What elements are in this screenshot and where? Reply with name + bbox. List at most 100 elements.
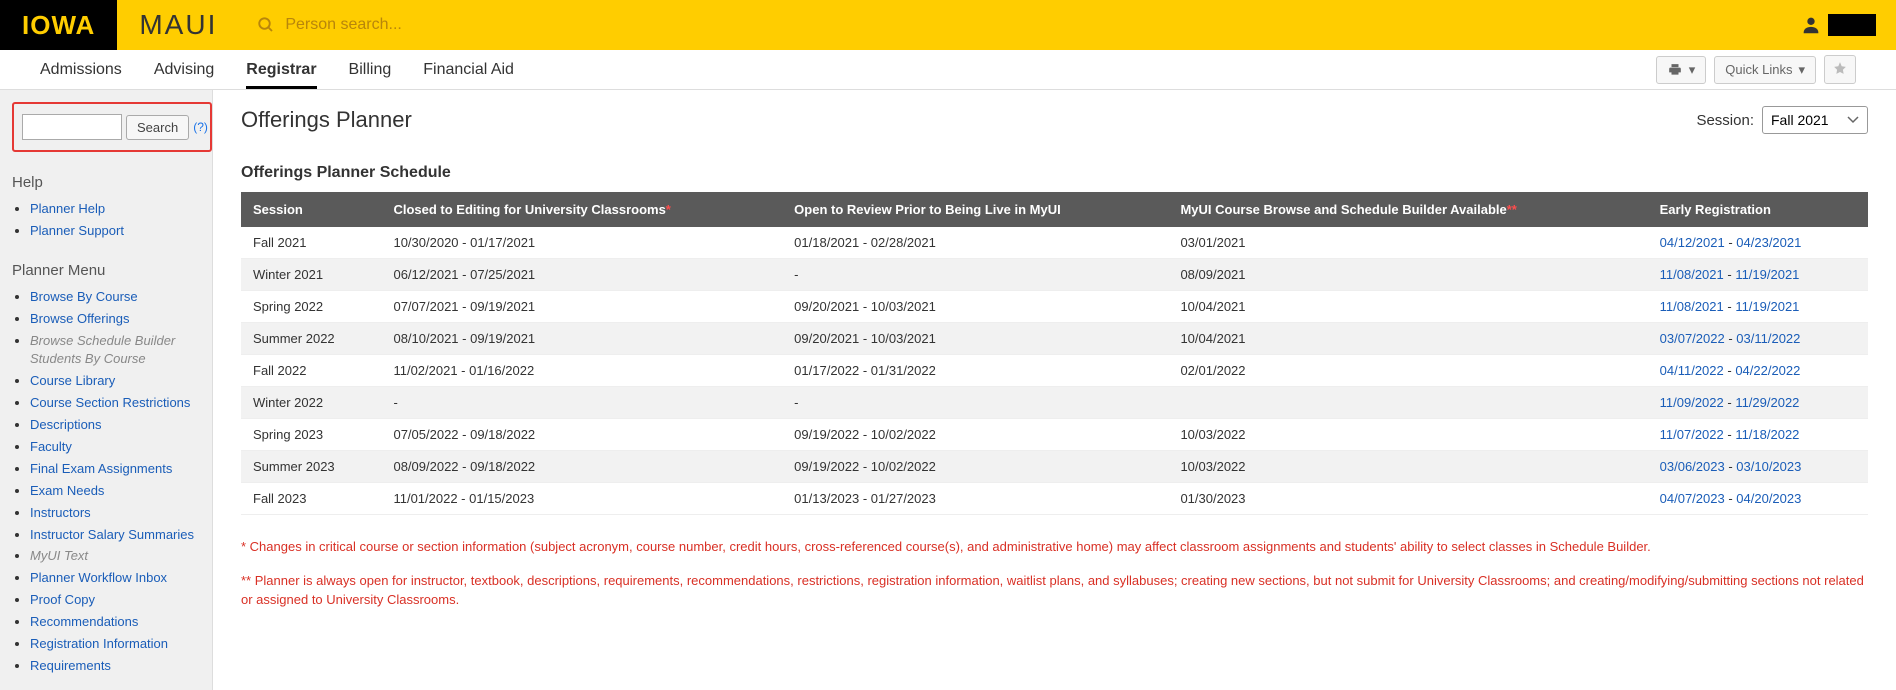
nav-tab-registrar[interactable]: Registrar bbox=[246, 50, 316, 89]
search-icon bbox=[257, 16, 275, 34]
footnote-1: * Changes in critical course or section … bbox=[241, 537, 1868, 557]
planner-item[interactable]: Browse Offerings bbox=[30, 311, 129, 326]
app-name: MAUI bbox=[139, 9, 217, 41]
planner-item[interactable]: Course Section Restrictions bbox=[30, 395, 190, 410]
planner-item[interactable]: Exam Needs bbox=[30, 483, 104, 498]
favorite-button[interactable] bbox=[1824, 55, 1856, 84]
planner-item[interactable]: Course Library bbox=[30, 373, 115, 388]
cell-open: - bbox=[782, 259, 1168, 291]
early-reg-start[interactable]: 03/06/2023 bbox=[1660, 459, 1725, 474]
cell-session: Summer 2022 bbox=[241, 323, 381, 355]
early-reg-end[interactable]: 04/20/2023 bbox=[1736, 491, 1801, 506]
print-menu-button[interactable]: ▾ bbox=[1656, 56, 1707, 84]
planner-item[interactable]: Descriptions bbox=[30, 417, 102, 432]
help-heading: Help bbox=[12, 174, 202, 191]
caret-down-icon: ▾ bbox=[1689, 62, 1696, 78]
sidebar-search-help[interactable]: (?) bbox=[193, 120, 208, 134]
planner-item[interactable]: Registration Information bbox=[30, 636, 168, 651]
cell-open: - bbox=[782, 387, 1168, 419]
early-reg-end[interactable]: 11/19/2021 bbox=[1735, 267, 1799, 282]
nav-tab-billing[interactable]: Billing bbox=[349, 50, 392, 89]
page-title: Offerings Planner bbox=[241, 107, 412, 133]
planner-item-disabled: MyUI Text bbox=[30, 548, 88, 563]
planner-item[interactable]: Instructors bbox=[30, 505, 91, 520]
cell-closed: 08/10/2021 - 09/19/2021 bbox=[381, 323, 782, 355]
planner-item-disabled: Browse Schedule Builder Students By Cour… bbox=[30, 333, 175, 367]
cell-early-registration: 03/06/2023 - 03/10/2023 bbox=[1648, 451, 1868, 483]
early-reg-end[interactable]: 03/10/2023 bbox=[1736, 459, 1801, 474]
early-reg-start[interactable]: 11/09/2022 bbox=[1660, 395, 1724, 410]
early-reg-start[interactable]: 11/07/2022 bbox=[1660, 427, 1724, 442]
table-row: Summer 202208/10/2021 - 09/19/202109/20/… bbox=[241, 323, 1868, 355]
cell-session: Fall 2023 bbox=[241, 483, 381, 515]
column-header: MyUI Course Browse and Schedule Builder … bbox=[1168, 192, 1647, 227]
cell-session: Summer 2023 bbox=[241, 451, 381, 483]
session-select[interactable]: Fall 2021 bbox=[1762, 106, 1868, 134]
star-icon bbox=[1833, 61, 1847, 75]
table-row: Winter 2022 - - 11/09/2022 - 11/29/2022 bbox=[241, 387, 1868, 419]
nav-tab-financial-aid[interactable]: Financial Aid bbox=[423, 50, 514, 89]
cell-early-registration: 11/09/2022 - 11/29/2022 bbox=[1648, 387, 1868, 419]
early-reg-start[interactable]: 03/07/2022 bbox=[1660, 331, 1725, 346]
planner-item[interactable]: Planner Workflow Inbox bbox=[30, 570, 167, 585]
table-row: Fall 202311/01/2022 - 01/15/202301/13/20… bbox=[241, 483, 1868, 515]
cell-open: 01/18/2021 - 02/28/2021 bbox=[782, 227, 1168, 259]
planner-item[interactable]: Browse By Course bbox=[30, 289, 138, 304]
planner-menu-heading: Planner Menu bbox=[12, 262, 202, 279]
quick-links-button[interactable]: Quick Links ▾ bbox=[1714, 56, 1816, 84]
early-reg-start[interactable]: 04/07/2023 bbox=[1660, 491, 1725, 506]
table-row: Spring 202207/07/2021 - 09/19/202109/20/… bbox=[241, 291, 1868, 323]
early-reg-end[interactable]: 04/23/2021 bbox=[1736, 235, 1801, 250]
early-reg-start[interactable]: 11/08/2021 bbox=[1660, 299, 1724, 314]
schedule-heading: Offerings Planner Schedule bbox=[241, 164, 1868, 182]
early-reg-end[interactable]: 03/11/2022 bbox=[1736, 331, 1800, 346]
column-header: Session bbox=[241, 192, 381, 227]
cell-myui: 10/03/2022 bbox=[1168, 451, 1647, 483]
person-search-input[interactable] bbox=[285, 16, 505, 34]
cell-myui: 01/30/2023 bbox=[1168, 483, 1647, 515]
planner-item[interactable]: Instructor Salary Summaries bbox=[30, 527, 194, 542]
early-reg-start[interactable]: 04/11/2022 bbox=[1660, 363, 1724, 378]
cell-early-registration: 11/07/2022 - 11/18/2022 bbox=[1648, 419, 1868, 451]
help-link[interactable]: Planner Help bbox=[30, 201, 105, 216]
help-link[interactable]: Planner Support bbox=[30, 223, 124, 238]
cell-session: Winter 2022 bbox=[241, 387, 381, 419]
early-reg-end[interactable]: 11/19/2021 bbox=[1735, 299, 1799, 314]
footnote-2: ** Planner is always open for instructor… bbox=[241, 571, 1868, 610]
early-reg-start[interactable]: 04/12/2021 bbox=[1660, 235, 1725, 250]
planner-item[interactable]: Faculty bbox=[30, 439, 72, 454]
sidebar-search-input[interactable] bbox=[22, 114, 122, 140]
cell-early-registration: 04/12/2021 - 04/23/2021 bbox=[1648, 227, 1868, 259]
nav-tab-advising[interactable]: Advising bbox=[154, 50, 214, 89]
early-reg-start[interactable]: 11/08/2021 bbox=[1660, 267, 1724, 282]
planner-item[interactable]: Recommendations bbox=[30, 614, 138, 629]
cell-myui: 10/04/2021 bbox=[1168, 323, 1647, 355]
cell-closed: - bbox=[381, 387, 782, 419]
user-badge[interactable] bbox=[1828, 14, 1876, 36]
sidebar-search-box: Search (?) bbox=[12, 102, 212, 152]
cell-open: 01/17/2022 - 01/31/2022 bbox=[782, 355, 1168, 387]
planner-item[interactable]: Final Exam Assignments bbox=[30, 461, 172, 476]
early-reg-end[interactable]: 11/18/2022 bbox=[1735, 427, 1799, 442]
session-label: Session: bbox=[1696, 112, 1754, 129]
planner-item[interactable]: Requirements bbox=[30, 658, 111, 673]
cell-closed: 07/05/2022 - 09/18/2022 bbox=[381, 419, 782, 451]
cell-closed: 06/12/2021 - 07/25/2021 bbox=[381, 259, 782, 291]
person-search[interactable] bbox=[257, 16, 505, 34]
cell-early-registration: 04/11/2022 - 04/22/2022 bbox=[1648, 355, 1868, 387]
top-header: IOWA MAUI bbox=[0, 0, 1896, 50]
cell-closed: 11/01/2022 - 01/15/2023 bbox=[381, 483, 782, 515]
column-header: Closed to Editing for University Classro… bbox=[381, 192, 782, 227]
sidebar-search-button[interactable]: Search bbox=[126, 115, 189, 140]
planner-item[interactable]: Proof Copy bbox=[30, 592, 95, 607]
table-row: Summer 202308/09/2022 - 09/18/202209/19/… bbox=[241, 451, 1868, 483]
quick-links-label: Quick Links bbox=[1725, 62, 1792, 77]
cell-early-registration: 04/07/2023 - 04/20/2023 bbox=[1648, 483, 1868, 515]
early-reg-end[interactable]: 11/29/2022 bbox=[1735, 395, 1799, 410]
user-icon[interactable] bbox=[1800, 14, 1822, 36]
nav-tab-admissions[interactable]: Admissions bbox=[40, 50, 122, 89]
column-header: Open to Review Prior to Being Live in My… bbox=[782, 192, 1168, 227]
early-reg-end[interactable]: 04/22/2022 bbox=[1735, 363, 1800, 378]
cell-session: Fall 2022 bbox=[241, 355, 381, 387]
cell-closed: 07/07/2021 - 09/19/2021 bbox=[381, 291, 782, 323]
